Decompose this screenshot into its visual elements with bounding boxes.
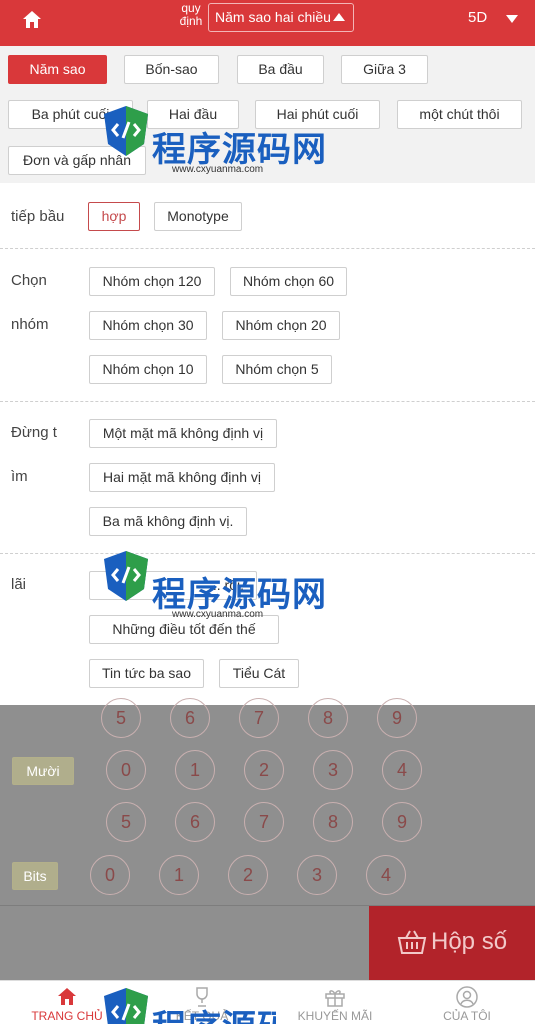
number-ball[interactable]: 0 — [106, 750, 146, 790]
rule-select-value: Năm sao hai chiều — [215, 9, 331, 25]
number-ball[interactable]: 0 — [90, 855, 130, 895]
watermark-logo-icon — [104, 988, 148, 1024]
tab-mot-chut-thoi[interactable]: một chút thôi — [397, 100, 522, 129]
watermark-url: www.cxyuanma.com — [172, 164, 264, 175]
row-tag-muoi: Mười — [12, 757, 74, 785]
option-nhom-chon-30[interactable]: Nhóm chọn 30 — [89, 311, 207, 340]
watermark-logo-icon — [104, 551, 148, 601]
section-group-label-2: nhóm — [11, 316, 49, 333]
tab-nam-sao[interactable]: Năm sao — [8, 55, 107, 84]
option-tin-tuc-ba-sao[interactable]: Tin tức ba sao — [89, 659, 204, 688]
tab-ba-dau[interactable]: Ba đầu — [237, 55, 324, 84]
rule-label: quy định — [179, 1, 203, 28]
number-ball[interactable]: 1 — [175, 750, 215, 790]
number-ball[interactable]: 5 — [101, 698, 141, 738]
section-fixed-label-1: Đừng t — [11, 424, 57, 441]
number-ball[interactable]: 5 — [106, 802, 146, 842]
option-mot-mat-ma[interactable]: Một mặt mã không định vị — [89, 419, 277, 448]
section-direct-label: tiếp bầu — [11, 208, 65, 225]
nav-account-label: CỦA TÔI — [443, 1009, 491, 1023]
number-ball[interactable]: 2 — [244, 750, 284, 790]
option-nhom-chon-120[interactable]: Nhóm chọn 120 — [89, 267, 215, 296]
watermark: 程序源码网 www.cxyuanma.com — [96, 545, 326, 635]
caret-down-icon[interactable] — [506, 15, 518, 23]
section-interest-label: lãi — [11, 576, 27, 593]
number-ball[interactable]: 3 — [297, 855, 337, 895]
gift-icon — [325, 990, 345, 1007]
option-tieu-cat[interactable]: Tiểu Cát — [219, 659, 299, 688]
number-box-button[interactable]: Hộp số — [369, 906, 535, 980]
number-ball[interactable]: 8 — [313, 802, 353, 842]
caret-up-icon — [333, 13, 345, 21]
number-ball[interactable]: 6 — [175, 802, 215, 842]
period-selector[interactable]: 5D — [468, 9, 487, 26]
section-fixed-label-2: ìm — [11, 468, 28, 485]
number-ball[interactable]: 8 — [308, 698, 348, 738]
watermark: 程序源码网 www.cxyuanma.com — [96, 100, 326, 190]
watermark-title: 程序源码网 — [152, 1000, 276, 1024]
section-divider — [0, 248, 535, 249]
tab-bon-sao[interactable]: Bốn-sao — [124, 55, 219, 84]
watermark-logo-icon — [104, 106, 148, 156]
number-ball[interactable]: 9 — [377, 698, 417, 738]
option-nhom-chon-60[interactable]: Nhóm chọn 60 — [230, 267, 347, 296]
watermark: 程序源码网 — [96, 982, 276, 1024]
number-ball[interactable]: 6 — [170, 698, 210, 738]
option-hop[interactable]: hợp — [88, 202, 140, 231]
number-ball[interactable]: 7 — [244, 802, 284, 842]
number-ball[interactable]: 7 — [239, 698, 279, 738]
number-ball[interactable]: 4 — [366, 855, 406, 895]
user-icon — [456, 986, 478, 1008]
nav-account[interactable]: CỦA TÔI — [425, 981, 509, 1024]
option-monotype[interactable]: Monotype — [154, 202, 242, 231]
tab-giua-3[interactable]: Giữa 3 — [341, 55, 428, 84]
option-hai-mat-ma[interactable]: Hai mặt mã không định vị — [89, 463, 275, 492]
row-tag-bits: Bits — [12, 862, 58, 890]
number-ball[interactable]: 9 — [382, 802, 422, 842]
rule-select[interactable]: Năm sao hai chiều — [208, 3, 354, 32]
home-icon[interactable] — [20, 8, 44, 32]
number-ball[interactable]: 3 — [313, 750, 353, 790]
nav-home-label: TRANG CHỦ — [31, 1009, 103, 1023]
number-ball[interactable]: 4 — [382, 750, 422, 790]
watermark-url: www.cxyuanma.com — [172, 609, 264, 620]
basket-icon — [397, 930, 427, 954]
option-nhom-chon-10[interactable]: Nhóm chọn 10 — [89, 355, 207, 384]
nav-promotions[interactable]: KHUYẾN MÃI — [285, 981, 385, 1024]
option-nhom-chon-5[interactable]: Nhóm chọn 5 — [222, 355, 332, 384]
option-ba-ma[interactable]: Ba mã không định vị. — [89, 507, 247, 536]
section-group-label-1: Chọn — [11, 272, 47, 289]
home-icon — [58, 988, 76, 1005]
number-ball[interactable]: 2 — [228, 855, 268, 895]
section-divider — [0, 401, 535, 402]
cart-label: Hộp số — [431, 928, 508, 955]
number-ball[interactable]: 1 — [159, 855, 199, 895]
option-nhom-chon-20[interactable]: Nhóm chọn 20 — [222, 311, 340, 340]
top-header: quy định Năm sao hai chiều 5D — [0, 0, 535, 46]
nav-promotions-label: KHUYẾN MÃI — [297, 1009, 373, 1023]
